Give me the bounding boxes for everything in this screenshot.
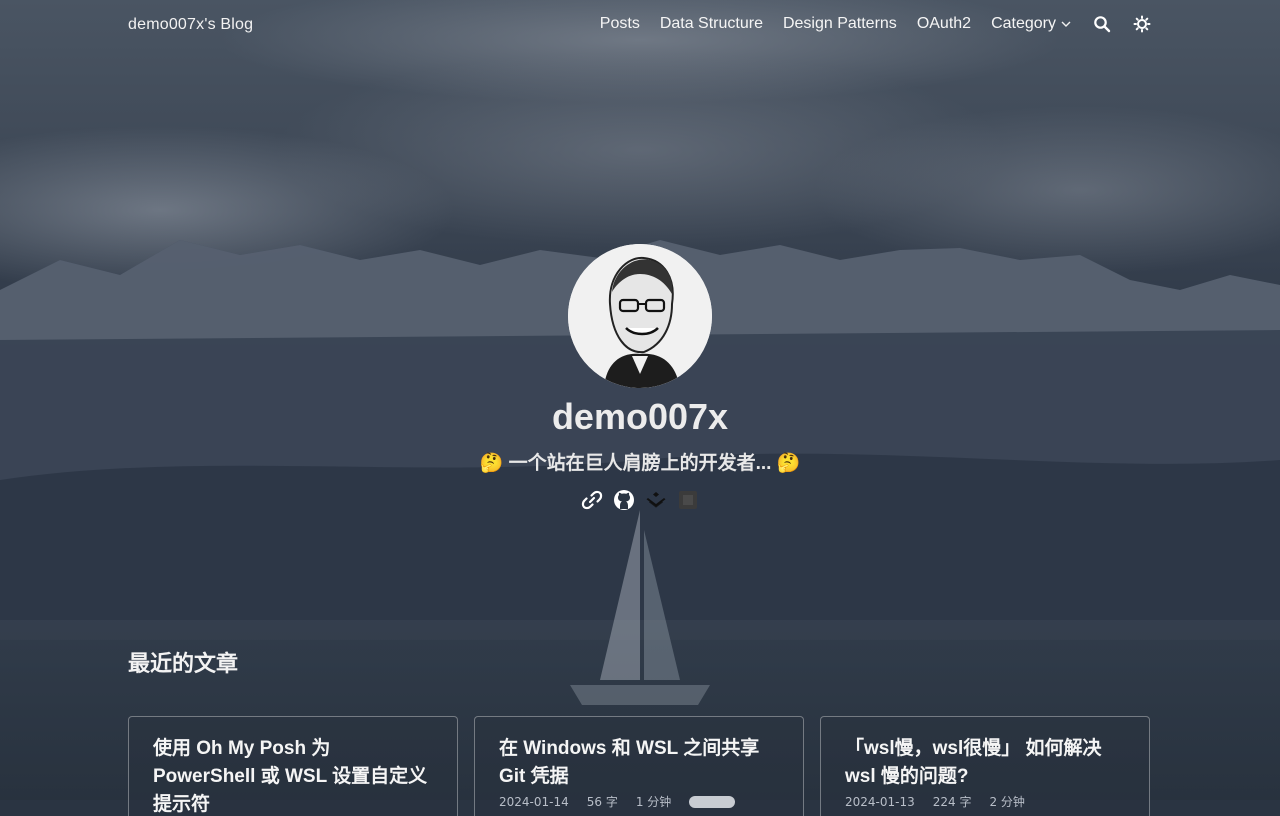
link-icon[interactable]	[581, 489, 603, 511]
author-name: demo007x	[551, 396, 729, 437]
juejin-icon[interactable]	[645, 489, 667, 511]
nav-design-patterns[interactable]: Design Patterns	[783, 15, 897, 33]
post-word-count: 224 字	[932, 795, 972, 809]
recent-posts-list: 使用 Oh My Posh 为 PowerShell 或 WSL 设置自定义提示…	[128, 716, 1150, 816]
avatar[interactable]	[568, 244, 712, 388]
github-icon[interactable]	[613, 489, 635, 511]
nav-category[interactable]: Category	[991, 15, 1072, 33]
post-meta: 2024-01-14 56 字 1 分钟	[499, 793, 779, 810]
sailboat-illustration	[570, 510, 710, 705]
top-navbar: demo007x's Blog Posts Data Structure Des…	[0, 0, 1280, 52]
post-title[interactable]: 使用 Oh My Posh 为 PowerShell 或 WSL 设置自定义提示…	[153, 735, 433, 816]
profile-hero: demo007x 🤔 一个站在巨人肩膀上的开发者... 🤔	[0, 244, 1280, 511]
square-icon[interactable]	[677, 489, 699, 511]
nav-data-structure[interactable]: Data Structure	[660, 15, 763, 33]
search-icon[interactable]	[1092, 14, 1112, 34]
post-date: 2024-01-14	[499, 794, 569, 809]
post-date: 2024-01-13	[845, 794, 915, 809]
post-read-time: 1 分钟	[635, 795, 672, 809]
recent-posts-heading: 最近的文章	[128, 651, 239, 676]
chevron-down-icon	[1061, 21, 1071, 27]
post-card[interactable]: 使用 Oh My Posh 为 PowerShell 或 WSL 设置自定义提示…	[128, 716, 458, 816]
post-card[interactable]: 「wsl慢，wsl很慢」 如何解决 wsl 慢的问题? 2024-01-13 2…	[820, 716, 1150, 816]
post-read-time: 2 分钟	[989, 795, 1025, 809]
nav-category-label: Category	[991, 15, 1056, 32]
post-meta: 2024-01-13 224 字 2 分钟	[845, 793, 1125, 810]
nav-oauth2[interactable]: OAuth2	[917, 15, 971, 33]
author-subtitle: 🤔 一个站在巨人肩膀上的开发者... 🤔	[479, 453, 801, 474]
social-links	[0, 489, 1280, 511]
theme-toggle-icon[interactable]	[1132, 14, 1152, 34]
nav-menu: Posts Data Structure Design Patterns OAu…	[600, 14, 1152, 34]
post-word-count: 56 字	[586, 795, 618, 809]
post-title[interactable]: 「wsl慢，wsl很慢」 如何解决 wsl 慢的问题?	[845, 735, 1125, 791]
post-tag-badge[interactable]	[689, 795, 736, 808]
post-card[interactable]: 在 Windows 和 WSL 之间共享 Git 凭据 2024-01-14 5…	[474, 716, 804, 816]
nav-posts[interactable]: Posts	[600, 15, 640, 33]
post-title[interactable]: 在 Windows 和 WSL 之间共享 Git 凭据	[499, 735, 779, 791]
site-brand-link[interactable]: demo007x's Blog	[128, 16, 253, 34]
